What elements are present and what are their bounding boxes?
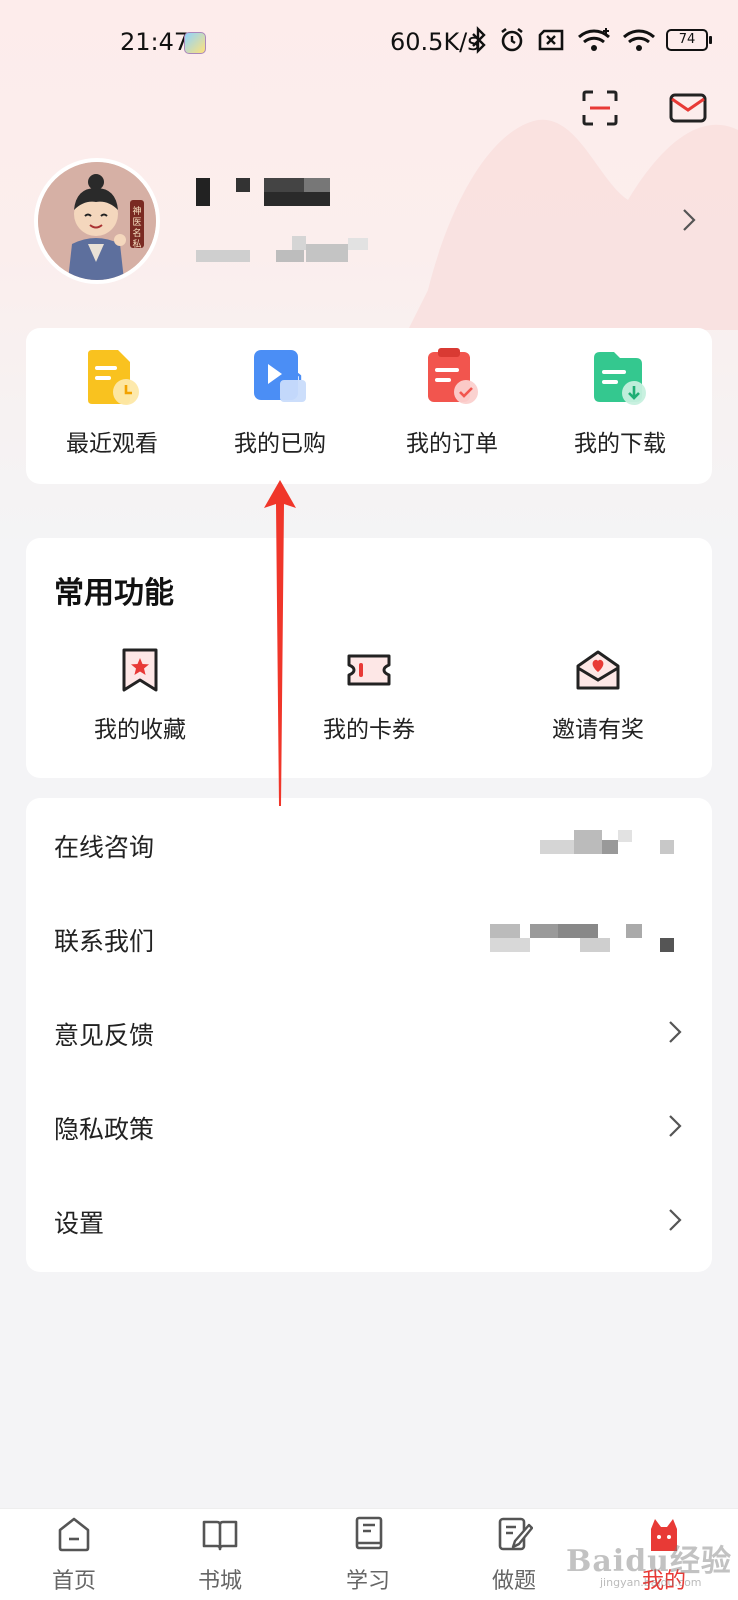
tab-bookstore[interactable]: 书城 [180,1515,260,1595]
scan-icon[interactable] [580,88,620,128]
common-item-label: 邀请有奖 [552,717,644,743]
profile-name-redacted[interactable] [196,178,336,212]
common-item-label: 我的收藏 [94,717,186,743]
quick-actions-card: 最近观看 我的已购 我的订单 我的下载 [26,328,712,484]
svg-text:医: 医 [132,217,141,228]
tab-label: 做题 [491,1569,536,1594]
battery-icon: 74 [666,29,712,51]
download-icon [594,352,646,405]
quick-item-label: 我的已购 [234,431,326,457]
chevron-right-icon [669,1115,682,1137]
common-item-invite[interactable]: 邀请有奖 [484,646,712,744]
menu-row-label: 联系我们 [54,927,155,956]
menu-row-contact-us[interactable]: 联系我们 [26,892,712,986]
quick-item-download[interactable]: 我的下载 [534,348,706,458]
tab-label: 学习 [345,1569,390,1594]
wifi-plus-icon [578,28,610,51]
quick-item-recent[interactable]: 最近观看 [26,348,198,458]
menu-row-online-consult[interactable]: 在线咨询 [26,798,712,892]
tab-exercise[interactable]: 做题 [474,1515,554,1595]
mail-icon[interactable] [668,88,708,128]
exercise-icon [498,1517,534,1551]
quick-item-label: 最近观看 [66,431,158,457]
tab-study[interactable]: 学习 [328,1515,408,1595]
menu-row-label: 设置 [54,1209,105,1238]
wifi-icon [623,29,655,51]
bluetooth-icon [472,26,486,54]
common-functions-card: 常用功能 我的收藏 我的卡券 邀请有奖 [26,538,712,778]
status-time: 21:47 [120,28,190,56]
home-icon [58,1517,90,1552]
avatar[interactable]: 神 医 名 私 [34,158,160,284]
menu-row-settings[interactable]: 设置 [26,1174,712,1268]
sim-off-icon [538,29,564,51]
app-notification-icon [184,32,206,54]
baidu-watermark-url: jingyan.baidu.com [600,1576,702,1589]
purchased-icon [254,350,306,402]
row-value-redacted [540,830,674,854]
common-item-favorites[interactable]: 我的收藏 [26,646,254,744]
quick-item-label: 我的下载 [574,431,666,457]
status-bar: 21:47 60.5K/s 74 [0,22,738,62]
menu-row-privacy[interactable]: 隐私政策 [26,1080,712,1174]
section-title: 常用功能 [54,576,174,611]
menu-row-label: 意见反馈 [54,1021,155,1050]
svg-text:神: 神 [132,205,141,217]
chevron-right-icon [669,1209,682,1231]
tab-label: 书城 [197,1569,242,1594]
chevron-right-icon [669,1021,682,1043]
chevron-right-icon[interactable] [682,208,696,232]
favorites-icon [122,648,158,692]
baidu-watermark: Baidu经验 [566,1544,732,1579]
orders-icon [428,348,478,404]
coupon-icon [347,654,391,686]
tab-label: 首页 [51,1569,96,1594]
alarm-icon [501,27,523,52]
menu-row-label: 在线咨询 [54,833,155,862]
quick-item-label: 我的订单 [406,431,498,457]
profile-subtitle-redacted [196,236,376,262]
svg-text:名: 名 [132,227,141,239]
menu-list-card: 在线咨询 联系我们 意见反馈 隐私政策 设置 [26,798,712,1272]
svg-text:私: 私 [132,239,141,250]
network-speed: 60.5K/s [390,28,480,56]
avatar-illustration-icon: 神 医 名 私 [38,162,156,280]
book-icon [202,1520,238,1551]
row-value-redacted [490,924,674,952]
recent-watch-icon [88,350,139,405]
menu-row-feedback[interactable]: 意见反馈 [26,986,712,1080]
annotation-arrow-icon [264,480,296,806]
invite-icon [576,650,620,690]
study-icon [355,1516,383,1550]
quick-item-purchased[interactable]: 我的已购 [194,348,366,458]
tab-home[interactable]: 首页 [34,1515,114,1595]
menu-row-label: 隐私政策 [54,1115,155,1144]
quick-item-orders[interactable]: 我的订单 [366,348,538,458]
